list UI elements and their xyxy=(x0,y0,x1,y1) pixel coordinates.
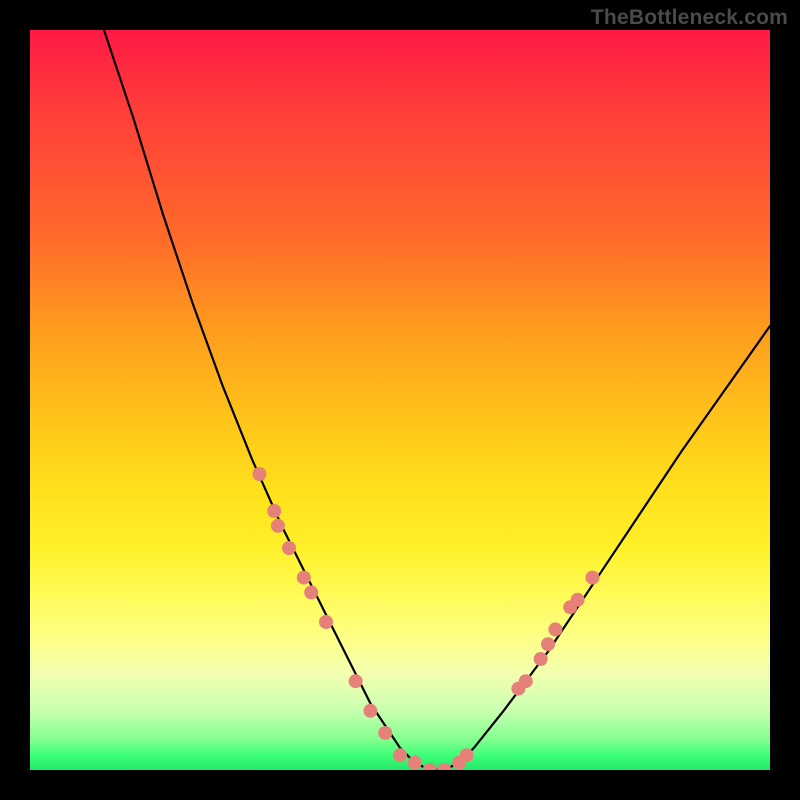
curve-marker xyxy=(304,585,318,599)
curve-marker xyxy=(548,622,562,636)
curve-marker xyxy=(585,571,599,585)
curve-marker xyxy=(393,748,407,762)
curve-marker xyxy=(519,674,533,688)
curve-marker xyxy=(534,652,548,666)
curve-marker xyxy=(363,704,377,718)
curve-marker xyxy=(297,571,311,585)
curve-marker xyxy=(423,763,437,770)
curve-marker xyxy=(460,748,474,762)
curve-marker xyxy=(378,726,392,740)
curve-marker xyxy=(349,674,363,688)
curve-marker xyxy=(571,593,585,607)
curve-marker xyxy=(282,541,296,555)
chart-frame: TheBottleneck.com xyxy=(0,0,800,800)
bottleneck-curve xyxy=(104,30,770,770)
curve-svg xyxy=(30,30,770,770)
attribution-text: TheBottleneck.com xyxy=(591,6,788,30)
curve-marker xyxy=(252,467,266,481)
curve-marker xyxy=(271,519,285,533)
curve-marker xyxy=(437,763,451,770)
curve-markers xyxy=(252,467,599,770)
curve-marker xyxy=(267,504,281,518)
plot-area xyxy=(30,30,770,770)
curve-marker xyxy=(319,615,333,629)
curve-marker xyxy=(408,756,422,770)
curve-marker xyxy=(541,637,555,651)
